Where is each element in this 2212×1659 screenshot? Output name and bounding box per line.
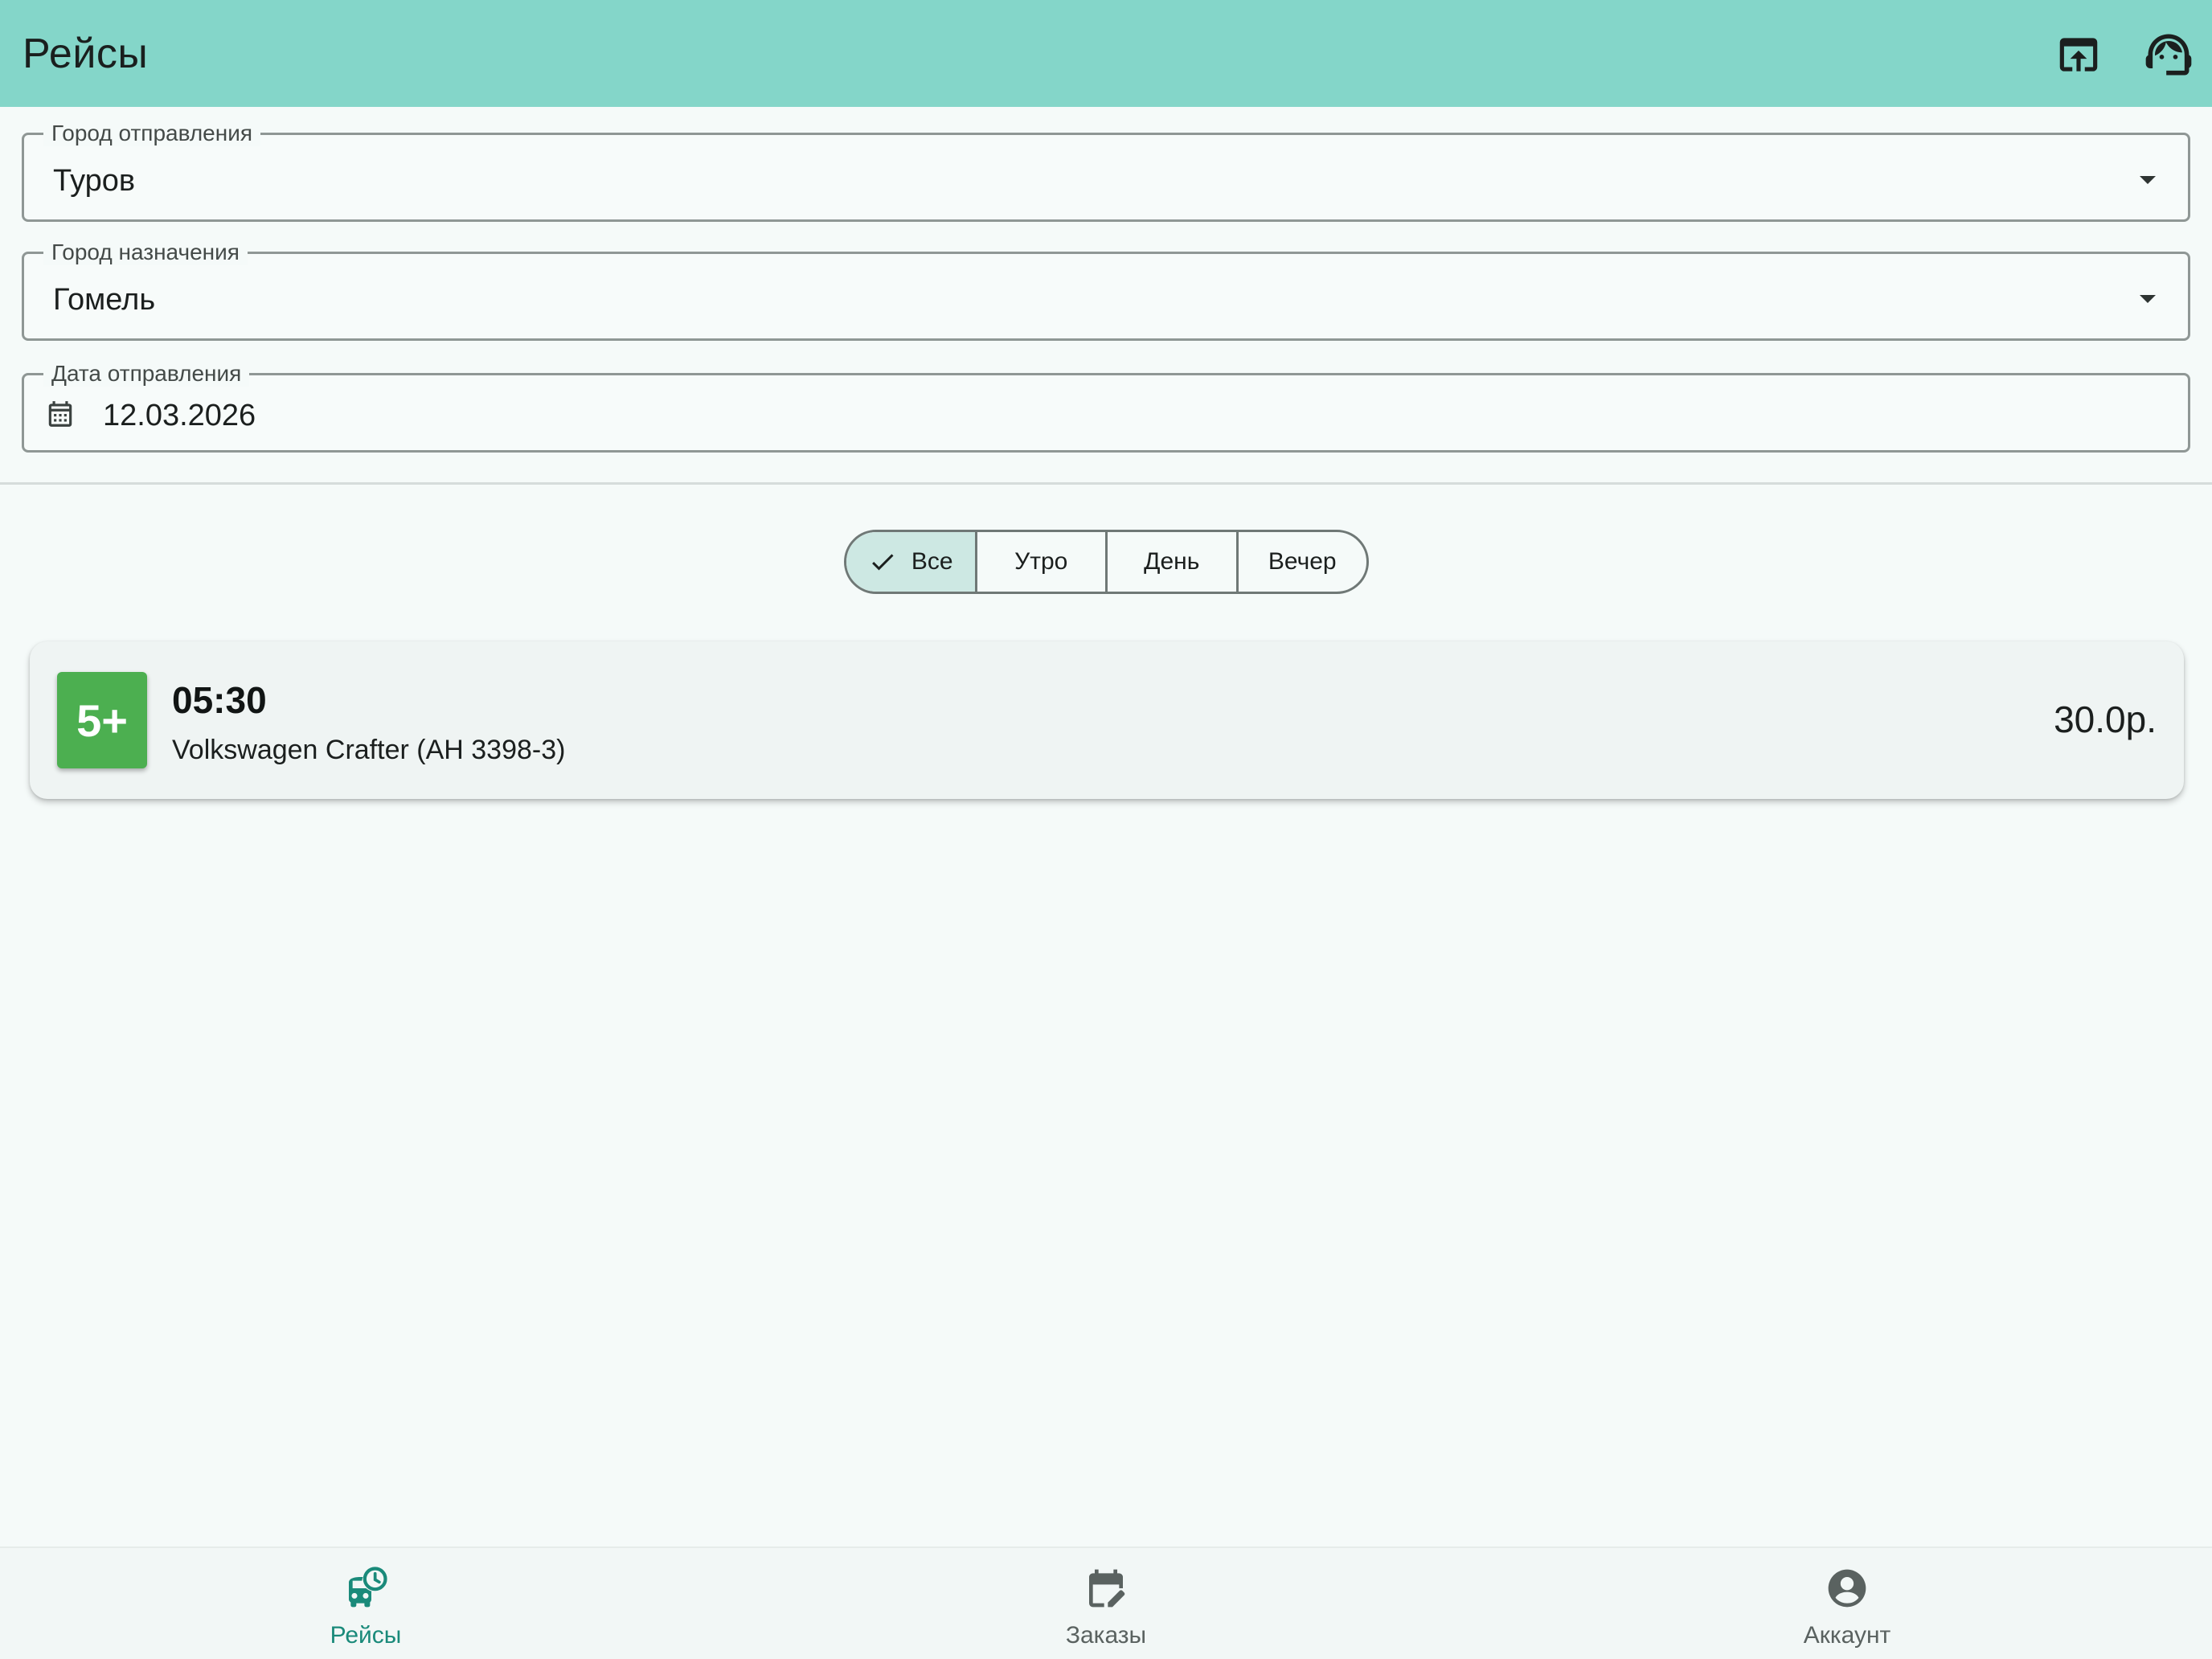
departure-date-field[interactable]: Дата отправления 12.03.2026 [22,361,2190,453]
departure-city-value: Туров [53,164,136,198]
bottom-navigation: Рейсы Заказы Аккаунт [0,1546,2212,1659]
filter-day-button[interactable]: День [1105,532,1236,592]
open-in-browser-icon [2059,38,2098,72]
check-icon [868,547,897,576]
account-circle-icon [1825,1563,1870,1614]
filter-morning-label: Утро [1014,548,1068,575]
chevron-down-icon [2140,176,2156,184]
nav-item-account[interactable]: Аккаунт [1727,1563,1968,1649]
bus-schedule-icon [343,1563,388,1614]
nav-item-orders[interactable]: Заказы [985,1563,1227,1649]
time-filter: Все Утро День Вечер [844,530,1369,594]
filter-all-button[interactable]: Все [846,532,975,592]
filter-all-label: Все [911,548,953,575]
filter-morning-button[interactable]: Утро [974,532,1106,592]
nav-item-trips-label: Рейсы [330,1622,402,1649]
filter-day-label: День [1144,548,1200,575]
app-bar-actions [2022,21,2202,88]
open-in-browser-button[interactable] [2045,21,2112,88]
nav-item-trips[interactable]: Рейсы [245,1563,486,1649]
calendar-icon [45,398,76,434]
destination-city-select[interactable]: Город назначения Гомель [22,240,2190,341]
support-agent-icon [2145,34,2192,76]
destination-city-value: Гомель [53,283,156,317]
page-title: Рейсы [23,30,149,77]
divider [0,482,2212,485]
nav-item-account-label: Аккаунт [1803,1622,1891,1649]
chevron-down-icon [2140,295,2156,303]
trip-price: 30.0р. [2054,698,2157,740]
support-button[interactable] [2135,21,2202,88]
trip-time: 05:30 [172,679,267,721]
departure-city-select[interactable]: Город отправления Туров [22,121,2190,222]
departure-date-label: Дата отправления [43,361,250,387]
nav-item-orders-label: Заказы [1065,1622,1147,1649]
seats-badge: 5+ [57,672,147,768]
app-bar: Рейсы [0,0,2212,107]
departure-city-label: Город отправления [43,121,261,146]
calendar-edit-icon [1083,1563,1129,1614]
destination-city-label: Город назначения [43,240,248,265]
departure-date-value: 12.03.2026 [103,399,256,432]
filter-evening-button[interactable]: Вечер [1235,532,1367,592]
trip-vehicle: Volkswagen Crafter (АН 3398-3) [172,735,566,765]
trip-card[interactable]: 5+ 05:30 Volkswagen Crafter (АН 3398-3) … [30,641,2184,799]
filter-evening-label: Вечер [1268,548,1337,575]
